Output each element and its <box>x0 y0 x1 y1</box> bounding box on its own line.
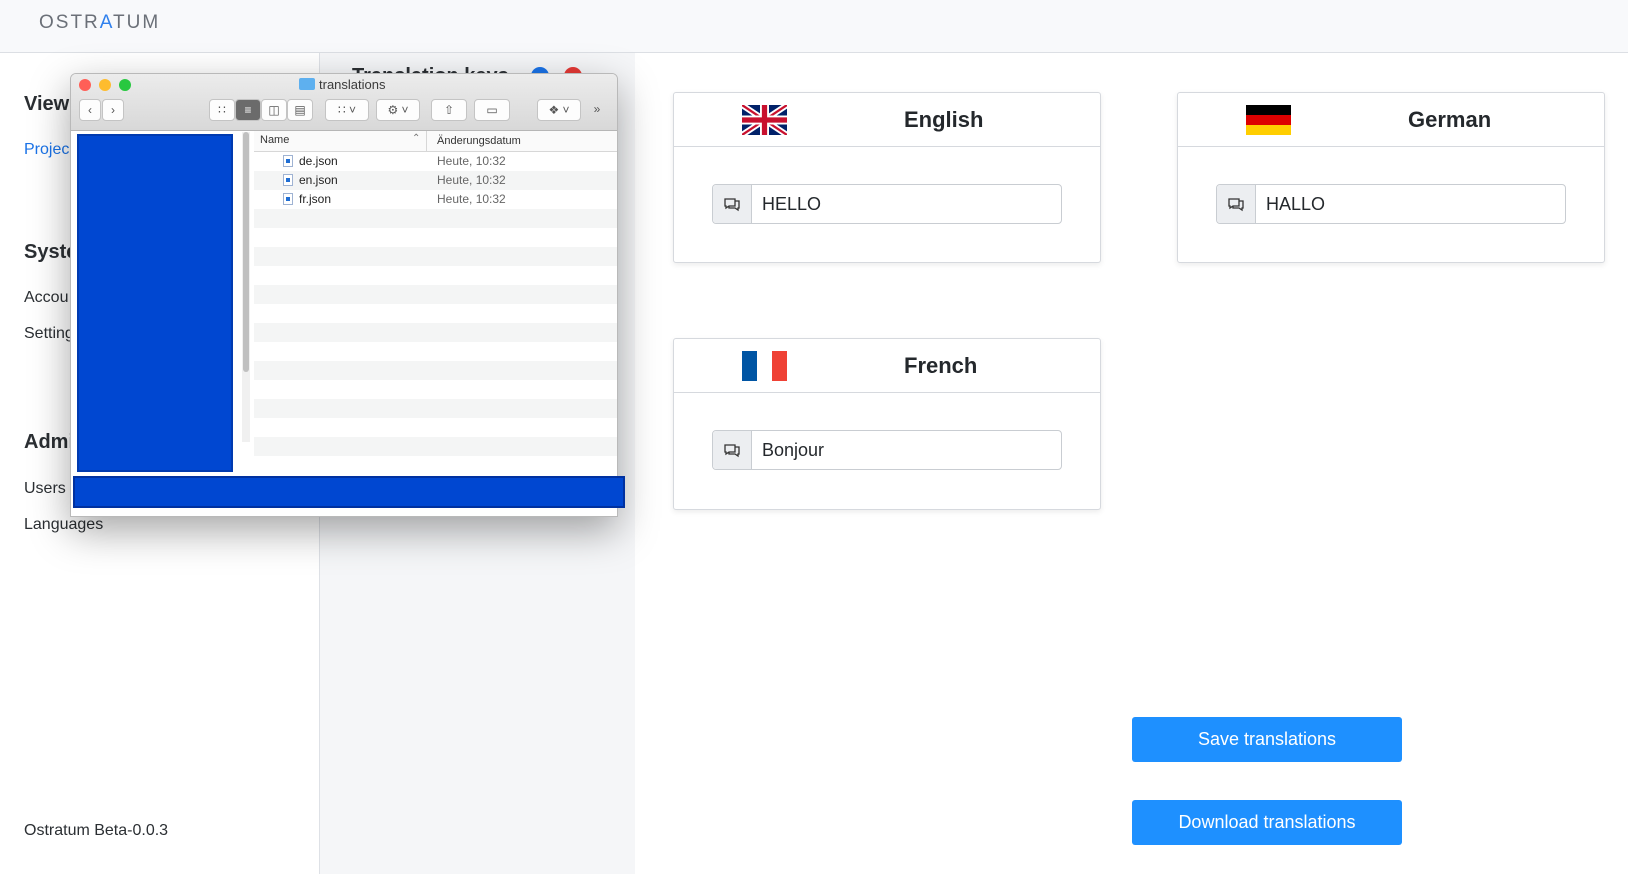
json-file-icon <box>283 174 293 186</box>
sidebar-item-account[interactable]: Accou <box>24 289 68 307</box>
app-logo[interactable]: OSTRATUM <box>39 12 160 34</box>
icon-view-icon[interactable]: ∷ <box>209 99 235 121</box>
download-translations-button[interactable]: Download translations <box>1132 800 1402 845</box>
language-title: English <box>904 107 984 132</box>
comment-icon <box>713 185 752 223</box>
translation-input-french[interactable] <box>752 431 1067 469</box>
comment-icon <box>1217 185 1256 223</box>
share-icon[interactable]: ⇧ <box>431 99 467 121</box>
translation-input-german[interactable] <box>1256 185 1571 223</box>
language-card-german: German <box>1177 92 1605 263</box>
uk-flag-icon <box>742 105 787 135</box>
file-list-header: Name ⌃ Änderungsdatum <box>254 131 617 152</box>
list-view-icon[interactable]: ≡ <box>235 99 261 121</box>
file-row[interactable]: de.json Heute, 10:32 <box>254 152 617 171</box>
sidebar-item-settings[interactable]: Setting <box>24 325 74 343</box>
tag-icon[interactable]: ▭ <box>474 99 510 121</box>
card-header: German <box>1178 93 1604 147</box>
zoom-window-icon[interactable] <box>119 79 131 91</box>
close-window-icon[interactable] <box>79 79 91 91</box>
finder-window[interactable]: translations ‹ › ∷ ≡ ◫ ▤ ∷ ˅ ⚙ ˅ ⇧ ▭ ❖ ˅… <box>70 73 618 517</box>
forward-icon[interactable]: › <box>102 99 124 121</box>
sidebar-item-projects[interactable]: Projec <box>24 141 69 159</box>
column-header-date[interactable]: Änderungsdatum <box>426 131 521 151</box>
folder-icon <box>299 78 315 90</box>
finder-pathbar-redacted <box>73 476 625 508</box>
column-view-icon[interactable]: ◫ <box>261 99 287 121</box>
more-chevron-icon[interactable]: » <box>587 99 607 121</box>
back-icon[interactable]: ‹ <box>79 99 101 121</box>
finder-toolbar: translations ‹ › ∷ ≡ ◫ ▤ ∷ ˅ ⚙ ˅ ⇧ ▭ ❖ ˅… <box>71 74 617 131</box>
save-translations-button[interactable]: Save translations <box>1132 717 1402 762</box>
language-title: French <box>904 353 978 378</box>
sidebar-heading-view: View <box>24 93 70 115</box>
file-row[interactable]: en.json Heute, 10:32 <box>254 171 617 190</box>
dropbox-icon[interactable]: ❖ ˅ <box>537 99 581 121</box>
translation-field[interactable] <box>712 184 1067 224</box>
version-label: Ostratum Beta-0.0.3 <box>24 822 169 839</box>
sort-ascending-icon: ⌃ <box>412 133 421 144</box>
language-card-english: English <box>673 92 1101 263</box>
translation-field[interactable] <box>1216 184 1571 224</box>
comment-icon <box>713 431 752 469</box>
column-header-name[interactable]: Name <box>260 134 289 146</box>
finder-file-list: Name ⌃ Änderungsdatum de.json Heute, 10:… <box>254 131 617 516</box>
translation-input-english[interactable] <box>752 185 1067 223</box>
minimize-window-icon[interactable] <box>99 79 111 91</box>
card-header: English <box>674 93 1100 147</box>
gallery-view-icon[interactable]: ▤ <box>287 99 313 121</box>
finder-title: translations <box>299 77 385 92</box>
sidebar-item-languages[interactable]: Languages <box>24 516 103 534</box>
gear-icon[interactable]: ⚙ ˅ <box>376 99 420 121</box>
json-file-icon <box>283 155 293 167</box>
top-navbar: OSTRATUM <box>0 0 1628 53</box>
language-title: German <box>1408 107 1492 132</box>
language-card-french: French <box>673 338 1101 510</box>
sidebar-heading-admin: Admi <box>24 431 74 453</box>
translation-field[interactable] <box>712 430 1067 470</box>
finder-sidebar-redacted <box>77 134 233 472</box>
germany-flag-icon <box>1246 105 1291 135</box>
json-file-icon <box>283 193 293 205</box>
card-header: French <box>674 339 1100 393</box>
france-flag-icon <box>742 351 787 381</box>
group-by-icon[interactable]: ∷ ˅ <box>325 99 369 121</box>
finder-sidebar-scrollbar[interactable] <box>242 132 250 442</box>
file-row[interactable]: fr.json Heute, 10:32 <box>254 190 617 209</box>
sidebar-item-users[interactable]: Users <box>24 480 66 498</box>
